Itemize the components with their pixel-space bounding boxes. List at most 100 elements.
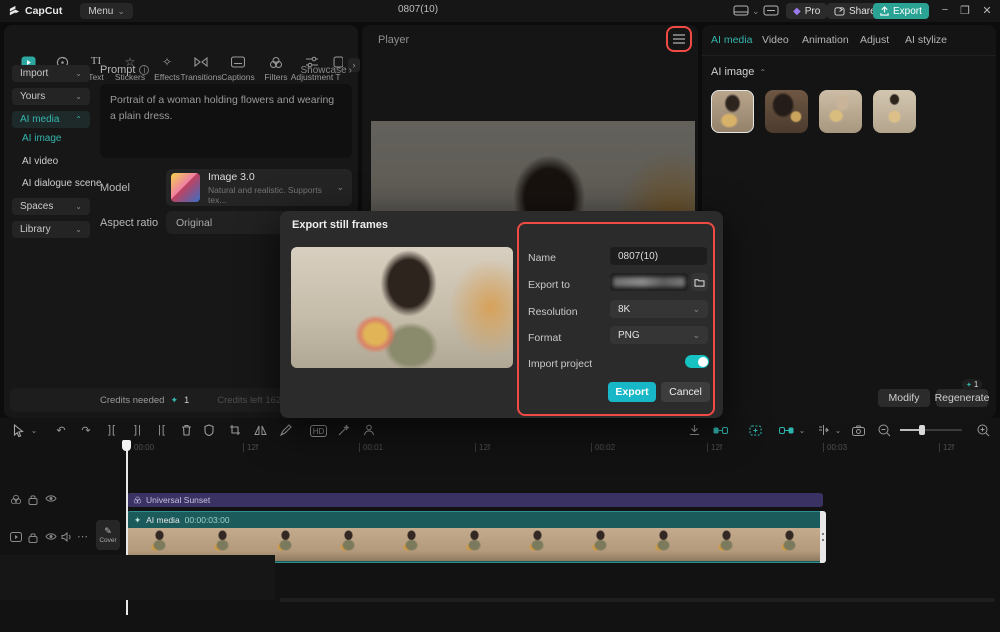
prompt-textarea[interactable]: Portrait of a woman holding flowers and … bbox=[100, 84, 352, 158]
record-voiceover-icon[interactable] bbox=[686, 422, 702, 438]
chevron-down-icon[interactable]: ⌄ bbox=[830, 422, 846, 438]
regenerate-button[interactable]: Regenerate bbox=[936, 389, 988, 407]
app-name: CapCut bbox=[25, 5, 62, 17]
model-select[interactable]: Image 3.0 Natural and realistic. Support… bbox=[166, 169, 352, 206]
lock-icon[interactable] bbox=[28, 494, 38, 505]
delete-right-icon[interactable]: |[ bbox=[154, 422, 170, 438]
sidebar-item-ai-media[interactable]: AI media⌃ bbox=[12, 111, 90, 128]
modify-button[interactable]: Modify bbox=[878, 389, 930, 407]
split-icon[interactable]: ][ bbox=[104, 422, 120, 438]
tab-ai-stylize[interactable]: AI stylize bbox=[905, 34, 947, 46]
sidebar-item-import[interactable]: Import⌄ bbox=[12, 65, 90, 82]
keyframe-next-icon[interactable] bbox=[778, 422, 794, 438]
sidebar-item-spaces[interactable]: Spaces⌄ bbox=[12, 198, 90, 215]
person-icon[interactable] bbox=[361, 422, 377, 438]
menu-button[interactable]: Menu⌄ bbox=[80, 3, 133, 19]
sidebar-item-ai-video[interactable]: AI video bbox=[12, 156, 58, 167]
name-input[interactable]: 0807(10) bbox=[610, 247, 707, 265]
close-icon[interactable]: ✕ bbox=[977, 4, 997, 17]
player-label: Player bbox=[378, 34, 409, 46]
sidebar-item-ai-image[interactable]: AI image bbox=[12, 133, 61, 144]
chevron-up-icon[interactable]: ⌃ bbox=[759, 68, 766, 77]
sidebar-item-ai-dialogue-scene[interactable]: AI dialogue scene bbox=[12, 178, 102, 189]
video-clip-duration: 00:00:03:00 bbox=[185, 515, 230, 525]
player-menu-icon[interactable] bbox=[672, 33, 686, 45]
import-project-label: Import project bbox=[528, 358, 592, 370]
generated-image-thumbnail-3[interactable] bbox=[819, 90, 862, 133]
zoom-out-icon[interactable] bbox=[876, 422, 892, 438]
eye-icon[interactable] bbox=[45, 494, 57, 503]
generated-image-thumbnail-2[interactable] bbox=[765, 90, 808, 133]
frame-preview-image bbox=[291, 247, 513, 368]
credits-left-link[interactable]: Credits left 162 bbox=[217, 395, 281, 406]
ruler-tick: 00:00 bbox=[131, 443, 154, 452]
toggle-knob bbox=[698, 357, 708, 367]
sidebar-item-yours[interactable]: Yours⌄ bbox=[12, 88, 90, 105]
pro-badge[interactable]: ◆Pro bbox=[786, 3, 827, 19]
export-path-redacted bbox=[613, 277, 685, 287]
ruler-tick: 12f bbox=[939, 443, 954, 452]
zoom-in-icon[interactable] bbox=[975, 422, 991, 438]
redo-icon[interactable]: ↷ bbox=[78, 422, 94, 438]
ruler-tick: 00:02 bbox=[591, 443, 615, 452]
ruler-tick: 00:01 bbox=[359, 443, 383, 452]
browse-folder-button[interactable] bbox=[691, 273, 708, 291]
upload-icon bbox=[880, 6, 889, 16]
share-icon bbox=[834, 6, 845, 16]
format-select[interactable]: PNG⌄ bbox=[610, 326, 708, 344]
export-still-frames-dialog: Export still frames Name 0807(10) Export… bbox=[280, 211, 723, 418]
magic-wand-icon[interactable] bbox=[336, 422, 352, 438]
generated-image-thumbnail-4[interactable] bbox=[873, 90, 916, 133]
panel-layout-icon[interactable] bbox=[763, 5, 779, 16]
delete-icon[interactable] bbox=[178, 422, 194, 438]
mute-speaker-icon[interactable] bbox=[61, 532, 73, 542]
export-to-input[interactable] bbox=[610, 273, 688, 291]
video-clip-label: AI media bbox=[146, 515, 180, 525]
eye-icon[interactable] bbox=[45, 532, 57, 541]
more-options-icon[interactable]: ⋯ bbox=[77, 530, 89, 543]
generated-image-thumbnail-1[interactable] bbox=[711, 90, 754, 133]
mask-icon[interactable] bbox=[201, 422, 217, 438]
pen-icon[interactable] bbox=[278, 422, 294, 438]
hd-icon[interactable]: HD bbox=[310, 425, 327, 437]
preview-axis-icon[interactable] bbox=[815, 422, 831, 438]
folder-icon bbox=[694, 278, 705, 287]
dialog-cancel-button[interactable]: Cancel bbox=[661, 382, 710, 402]
capcut-logo-icon bbox=[8, 5, 21, 18]
minimize-icon[interactable]: − bbox=[935, 4, 955, 16]
export-button[interactable]: Export bbox=[873, 3, 929, 19]
showcase-link[interactable]: Showcase bbox=[301, 65, 347, 76]
mirror-icon[interactable] bbox=[252, 422, 268, 438]
chevron-down-icon[interactable]: ⌄ bbox=[752, 6, 760, 17]
cover-button[interactable]: ✎ Cover bbox=[96, 520, 120, 550]
crop-icon[interactable] bbox=[227, 422, 243, 438]
dialog-export-button[interactable]: Export bbox=[608, 382, 656, 402]
maximize-icon[interactable]: ❐ bbox=[955, 4, 975, 17]
effect-icon bbox=[133, 496, 142, 504]
sidebar-item-library[interactable]: Library⌄ bbox=[12, 221, 90, 238]
chevron-down-icon[interactable]: ⌄ bbox=[794, 422, 810, 438]
delete-left-icon[interactable]: ]| bbox=[130, 422, 146, 438]
effect-clip-universal-sunset[interactable]: Universal Sunset bbox=[127, 493, 823, 507]
zoom-slider[interactable] bbox=[900, 429, 962, 431]
tab-animation[interactable]: Animation bbox=[802, 34, 849, 46]
keyframe-add-icon[interactable] bbox=[747, 422, 763, 438]
tab-adjust[interactable]: Adjust bbox=[860, 34, 889, 46]
chevron-down-icon[interactable]: ⌄ bbox=[26, 422, 42, 438]
snapshot-camera-icon[interactable] bbox=[850, 422, 866, 438]
keyframe-previous-icon[interactable] bbox=[712, 422, 728, 438]
select-tool-icon[interactable] bbox=[10, 422, 26, 438]
playhead-handle[interactable] bbox=[122, 440, 131, 451]
regenerate-credit-badge: ✦ 1 bbox=[962, 379, 982, 390]
resolution-select[interactable]: 8K⌄ bbox=[610, 300, 708, 318]
import-project-toggle[interactable] bbox=[685, 355, 709, 368]
zoom-slider-knob[interactable] bbox=[919, 425, 925, 435]
layout-toggle-icon[interactable] bbox=[733, 5, 749, 16]
undo-icon[interactable]: ↶ bbox=[53, 422, 69, 438]
horizontal-scrollbar[interactable] bbox=[280, 598, 995, 602]
tab-video[interactable]: Video bbox=[762, 34, 789, 46]
model-name: Image 3.0 bbox=[208, 171, 336, 183]
lock-icon[interactable] bbox=[28, 532, 38, 543]
clip-trim-handle[interactable] bbox=[820, 511, 826, 563]
tab-ai-media[interactable]: AI media bbox=[711, 34, 752, 46]
